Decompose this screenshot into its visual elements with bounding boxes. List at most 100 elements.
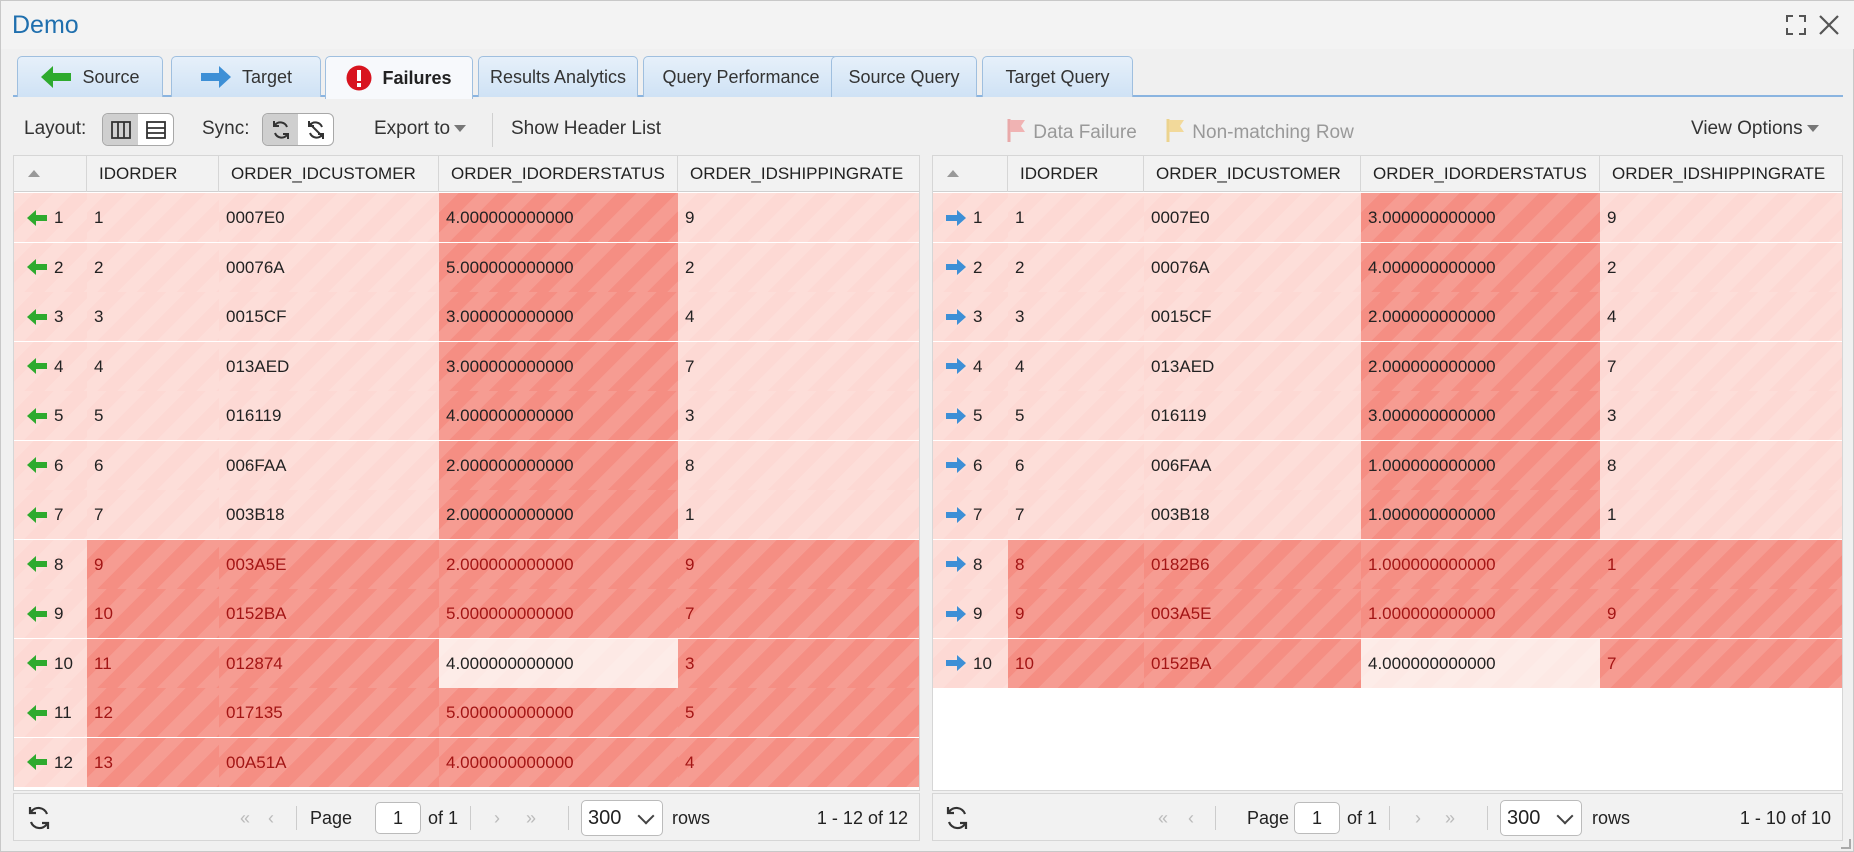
tab-failures[interactable]: Failures xyxy=(325,56,473,99)
table-cell[interactable]: 2.000000000000 xyxy=(1361,341,1600,391)
table-cell[interactable]: 017135 xyxy=(219,688,439,737)
table-cell[interactable]: 11 xyxy=(87,638,219,688)
table-cell[interactable]: 012874 xyxy=(219,638,439,688)
table-cell[interactable]: 3 xyxy=(1008,292,1144,341)
table-row[interactable]: 7 7 003B18 1.000000000000 1 xyxy=(933,490,1842,539)
table-cell[interactable]: 013AED xyxy=(219,341,439,391)
table-row[interactable]: 12 13 00A51A 4.000000000000 4 xyxy=(14,737,919,787)
table-cell[interactable]: 013AED xyxy=(1144,341,1361,391)
table-row[interactable]: 5 5 016119 3.000000000000 3 xyxy=(933,391,1842,440)
table-row[interactable]: 5 5 016119 4.000000000000 3 xyxy=(14,391,919,440)
column-header[interactable]: ORDER_IDORDERSTATUS xyxy=(1361,156,1600,192)
table-cell[interactable]: 1 xyxy=(1600,490,1842,539)
tab-target-query[interactable]: Target Query xyxy=(982,56,1133,97)
table-cell[interactable]: 1 xyxy=(1008,193,1144,242)
columns-layout-icon[interactable] xyxy=(103,114,138,145)
table-cell[interactable]: 00A51A xyxy=(219,737,439,787)
table-cell[interactable]: 9 xyxy=(1008,589,1144,638)
close-icon[interactable] xyxy=(1817,13,1841,37)
table-cell[interactable]: 4.000000000000 xyxy=(1361,638,1600,688)
column-header[interactable]: ORDER_IDORDERSTATUS xyxy=(439,156,678,192)
maximize-icon[interactable] xyxy=(1784,13,1808,37)
page-size-select[interactable]: 300 xyxy=(1500,800,1582,836)
table-cell[interactable]: 10 xyxy=(1008,638,1144,688)
table-cell[interactable]: 4 xyxy=(1008,341,1144,391)
table-row[interactable]: 9 10 0152BA 5.000000000000 7 xyxy=(14,589,919,638)
prev-page-icon[interactable]: ‹ xyxy=(268,808,274,829)
tab-source-query[interactable]: Source Query xyxy=(831,56,977,97)
table-cell[interactable]: 2 xyxy=(678,242,919,292)
tab-target[interactable]: Target xyxy=(171,56,321,97)
refresh-icon[interactable] xyxy=(26,805,52,836)
table-cell[interactable]: 4 xyxy=(678,292,919,341)
sync-off-icon[interactable] xyxy=(298,114,333,145)
table-cell[interactable]: 13 xyxy=(87,737,219,787)
table-cell[interactable]: 3 xyxy=(1600,391,1842,440)
table-cell[interactable]: 12 xyxy=(87,688,219,737)
table-row[interactable]: 11 12 017135 5.000000000000 5 xyxy=(14,688,919,737)
table-cell[interactable]: 003B18 xyxy=(219,490,439,539)
table-cell[interactable]: 1.000000000000 xyxy=(1361,490,1600,539)
column-header[interactable]: ORDER_IDCUSTOMER xyxy=(219,156,439,192)
table-cell[interactable]: 4.000000000000 xyxy=(1361,242,1600,292)
table-cell[interactable]: 006FAA xyxy=(1144,440,1361,490)
table-cell[interactable]: 4.000000000000 xyxy=(439,737,678,787)
table-cell[interactable]: 4 xyxy=(1600,292,1842,341)
table-cell[interactable]: 9 xyxy=(87,539,219,589)
first-page-icon[interactable]: « xyxy=(240,808,250,829)
table-cell[interactable]: 5.000000000000 xyxy=(439,589,678,638)
table-row[interactable]: 6 6 006FAA 1.000000000000 8 xyxy=(933,440,1842,490)
column-header[interactable]: ORDER_IDSHIPPINGRATE xyxy=(1600,156,1842,192)
table-cell[interactable]: 1 xyxy=(678,490,919,539)
resize-grip-icon[interactable] xyxy=(1841,839,1851,849)
table-row[interactable]: 8 9 003A5E 2.000000000000 9 xyxy=(14,539,919,589)
table-cell[interactable]: 003B18 xyxy=(1144,490,1361,539)
table-cell[interactable]: 10 xyxy=(87,589,219,638)
table-cell[interactable]: 00076A xyxy=(1144,242,1361,292)
table-cell[interactable]: 5 xyxy=(1008,391,1144,440)
table-row[interactable]: 3 3 0015CF 3.000000000000 4 xyxy=(14,292,919,341)
table-cell[interactable]: 5 xyxy=(678,688,919,737)
table-cell[interactable]: 3.000000000000 xyxy=(439,341,678,391)
refresh-icon[interactable] xyxy=(944,805,970,836)
table-cell[interactable]: 8 xyxy=(678,440,919,490)
view-options-menu[interactable]: View Options xyxy=(1691,118,1819,140)
table-cell[interactable]: 3 xyxy=(678,391,919,440)
table-cell[interactable]: 1.000000000000 xyxy=(1361,539,1600,589)
table-cell[interactable]: 3 xyxy=(678,638,919,688)
table-cell[interactable]: 6 xyxy=(1008,440,1144,490)
table-cell[interactable]: 2.000000000000 xyxy=(439,539,678,589)
page-size-select[interactable]: 300 xyxy=(581,800,663,836)
table-row[interactable]: 10 11 012874 4.000000000000 3 xyxy=(14,638,919,688)
table-cell[interactable]: 0152BA xyxy=(1144,638,1361,688)
table-cell[interactable]: 2 xyxy=(1600,242,1842,292)
next-page-icon[interactable]: › xyxy=(1415,808,1421,829)
table-cell[interactable]: 1 xyxy=(87,193,219,242)
data-failure-legend[interactable]: Data Failure xyxy=(1006,118,1137,144)
prev-page-icon[interactable]: ‹ xyxy=(1188,808,1194,829)
last-page-icon[interactable]: » xyxy=(1445,808,1455,829)
table-row[interactable]: 2 2 00076A 4.000000000000 2 xyxy=(933,242,1842,292)
table-cell[interactable]: 7 xyxy=(1600,638,1842,688)
table-cell[interactable]: 9 xyxy=(1600,589,1842,638)
table-cell[interactable]: 5.000000000000 xyxy=(439,242,678,292)
table-cell[interactable]: 9 xyxy=(678,193,919,242)
show-header-list-button[interactable]: Show Header List xyxy=(511,118,661,140)
next-page-icon[interactable]: › xyxy=(494,808,500,829)
table-row[interactable]: 7 7 003B18 2.000000000000 1 xyxy=(14,490,919,539)
table-cell[interactable]: 1.000000000000 xyxy=(1361,589,1600,638)
table-cell[interactable]: 0007E0 xyxy=(1144,193,1361,242)
table-cell[interactable]: 4.000000000000 xyxy=(439,193,678,242)
table-cell[interactable]: 6 xyxy=(87,440,219,490)
table-cell[interactable]: 0182B6 xyxy=(1144,539,1361,589)
table-cell[interactable]: 0007E0 xyxy=(219,193,439,242)
table-cell[interactable]: 4.000000000000 xyxy=(439,638,678,688)
row-number-header[interactable] xyxy=(14,156,87,192)
table-cell[interactable]: 7 xyxy=(678,589,919,638)
table-cell[interactable]: 7 xyxy=(87,490,219,539)
table-cell[interactable]: 3 xyxy=(87,292,219,341)
table-cell[interactable]: 3.000000000000 xyxy=(439,292,678,341)
table-row[interactable]: 4 4 013AED 2.000000000000 7 xyxy=(933,341,1842,391)
table-cell[interactable]: 1.000000000000 xyxy=(1361,440,1600,490)
table-row[interactable]: 1 1 0007E0 4.000000000000 9 xyxy=(14,193,919,242)
